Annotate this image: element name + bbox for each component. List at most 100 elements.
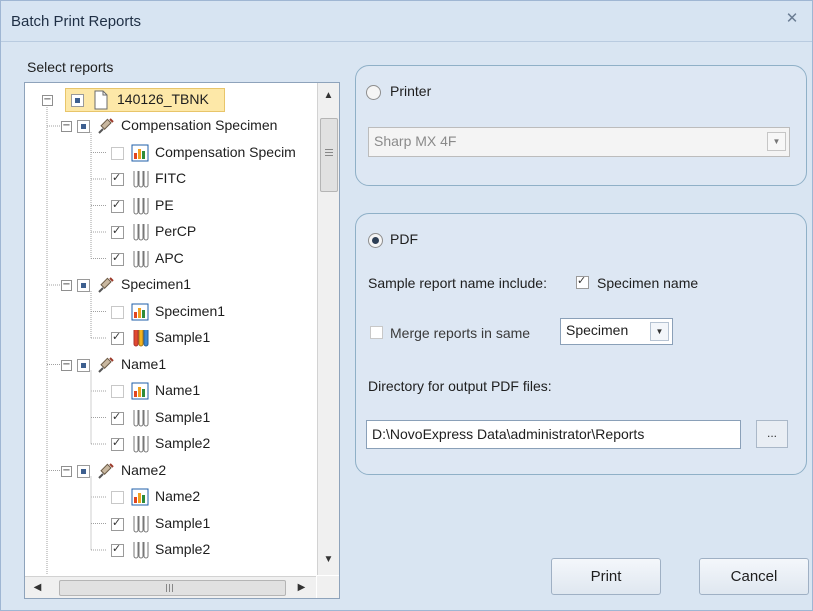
tree-specimen-row[interactable]: − Specimen1 (25, 272, 315, 298)
collapse-toggle[interactable]: − (61, 280, 72, 291)
scroll-up-icon[interactable]: ▲ (318, 85, 339, 106)
tree-checkbox[interactable] (111, 516, 124, 531)
tree-item-row[interactable]: Sample1 (25, 511, 315, 537)
tree-item-row[interactable]: Compensation Specim (25, 140, 315, 166)
tree-item-row[interactable]: FITC (25, 166, 315, 192)
tube-color-icon (133, 330, 149, 347)
chevron-down-icon[interactable]: ▼ (767, 132, 786, 151)
tree-checkbox[interactable] (77, 120, 90, 133)
h-scroll-thumb[interactable] (59, 580, 286, 596)
scroll-down-icon[interactable]: ▼ (318, 549, 339, 570)
printer-panel: Printer Sharp MX 4F ▼ (355, 65, 807, 186)
document-icon (94, 90, 108, 110)
vertical-scrollbar[interactable]: ▲ ▼ (317, 83, 339, 575)
report-tree: − 140126_TBNK − Compensation Specimen Comp… (24, 82, 340, 599)
tree-checkbox[interactable] (111, 330, 124, 345)
tree-checkbox[interactable] (111, 171, 124, 186)
tree-item-label: Specimen1 (155, 303, 226, 319)
tree-item-label: Name1 (121, 356, 167, 372)
tree-item-row[interactable]: Specimen1 (25, 299, 315, 325)
root-checkbox[interactable] (71, 94, 84, 107)
tree-item-label: FITC (155, 170, 187, 186)
tree-item-label: Compensation Specimen (121, 117, 278, 133)
scroll-corner (317, 576, 339, 598)
tree-item-label: Compensation Specim (155, 144, 296, 160)
tree-item-row[interactable]: Name2 (25, 484, 315, 510)
tree-checkbox[interactable] (111, 542, 124, 557)
scroll-thumb[interactable] (320, 118, 338, 192)
tree-checkbox[interactable] (111, 224, 124, 239)
tree-item-label: Sample1 (155, 515, 211, 531)
tube-icon (133, 436, 149, 453)
title-bar: Batch Print Reports ✕ (1, 1, 812, 42)
tree-checkbox[interactable] (111, 385, 124, 398)
collapse-toggle[interactable]: − (61, 466, 72, 477)
tree-item-label: Name2 (121, 462, 167, 478)
merge-checkbox[interactable] (370, 326, 383, 339)
tree-item-row[interactable]: Sample1 (25, 325, 315, 351)
horizontal-scrollbar[interactable]: ◀ ▶ (25, 576, 316, 598)
tree-item-label: PerCP (155, 223, 197, 239)
close-icon[interactable]: ✕ (784, 11, 800, 27)
tree-checkbox[interactable] (77, 279, 90, 292)
tube-icon (133, 542, 149, 559)
printer-radio[interactable] (366, 85, 381, 100)
collapse-toggle[interactable]: − (42, 95, 53, 106)
printer-select[interactable]: Sharp MX 4F ▼ (368, 127, 790, 157)
directory-value: D:\NovoExpress Data\administrator\Report… (372, 426, 645, 442)
printer-label: Printer (390, 83, 432, 99)
tube-icon (133, 171, 149, 188)
tree-checkbox[interactable] (111, 147, 124, 160)
tree-item-row[interactable]: Name1 (25, 378, 315, 404)
batch-print-dialog: Batch Print Reports ✕ Select reports − 1… (0, 0, 813, 611)
specimen-name-checkbox[interactable] (576, 274, 589, 289)
tree-checkbox[interactable] (111, 198, 124, 213)
tree-item-label: Name1 (155, 382, 201, 398)
chevron-down-icon[interactable]: ▼ (650, 322, 669, 341)
tree-checkbox[interactable] (111, 306, 124, 319)
tube-icon (133, 224, 149, 241)
tree-item-row[interactable]: Sample2 (25, 537, 315, 563)
tube-icon (133, 251, 149, 268)
merge-select[interactable]: Specimen ▼ (560, 318, 673, 345)
browse-button[interactable]: ... (756, 420, 788, 448)
tree-view: − 140126_TBNK − Compensation Specimen Comp… (25, 83, 316, 575)
name-include-label: Sample report name include: (368, 275, 547, 291)
tree-item-label: Sample2 (155, 541, 211, 557)
pdf-radio[interactable] (368, 233, 383, 248)
tree-checkbox[interactable] (111, 251, 124, 266)
specimen-name-label: Specimen name (597, 275, 699, 291)
window-title: Batch Print Reports (11, 13, 142, 30)
collapse-toggle[interactable]: − (61, 121, 72, 132)
tree-item-row[interactable]: PE (25, 193, 315, 219)
tree-item-label: Sample1 (155, 329, 211, 345)
tree-item-row[interactable]: PerCP (25, 219, 315, 245)
tree-checkbox[interactable] (77, 465, 90, 478)
tube-icon (133, 516, 149, 533)
collapse-toggle[interactable]: − (61, 360, 72, 371)
syringe-icon (98, 277, 114, 293)
tree-checkbox[interactable] (77, 359, 90, 372)
tree-item-row[interactable]: APC (25, 246, 315, 272)
bar-chart-icon (131, 303, 149, 321)
directory-input[interactable]: D:\NovoExpress Data\administrator\Report… (366, 420, 741, 449)
scroll-right-icon[interactable]: ▶ (291, 577, 312, 598)
tree-specimen-row[interactable]: − Name1 (25, 352, 315, 378)
bar-chart-icon (131, 382, 149, 400)
tree-item-row[interactable]: Sample1 (25, 405, 315, 431)
tree-item-row[interactable]: Sample2 (25, 431, 315, 457)
tree-checkbox[interactable] (111, 436, 124, 451)
select-reports-label: Select reports (27, 59, 114, 75)
print-button[interactable]: Print (551, 558, 661, 595)
scroll-left-icon[interactable]: ◀ (27, 577, 48, 598)
syringe-icon (98, 463, 114, 479)
tree-item-label: Sample1 (155, 409, 211, 425)
tree-item-label: Sample2 (155, 435, 211, 451)
root-label: 140126_TBNK (117, 91, 209, 107)
cancel-button[interactable]: Cancel (699, 558, 809, 595)
tree-checkbox[interactable] (111, 410, 124, 425)
tree-specimen-row[interactable]: − Compensation Specimen (25, 113, 315, 139)
tree-root[interactable]: − 140126_TBNK (25, 87, 315, 113)
tree-checkbox[interactable] (111, 491, 124, 504)
tree-specimen-row[interactable]: − Name2 (25, 458, 315, 484)
